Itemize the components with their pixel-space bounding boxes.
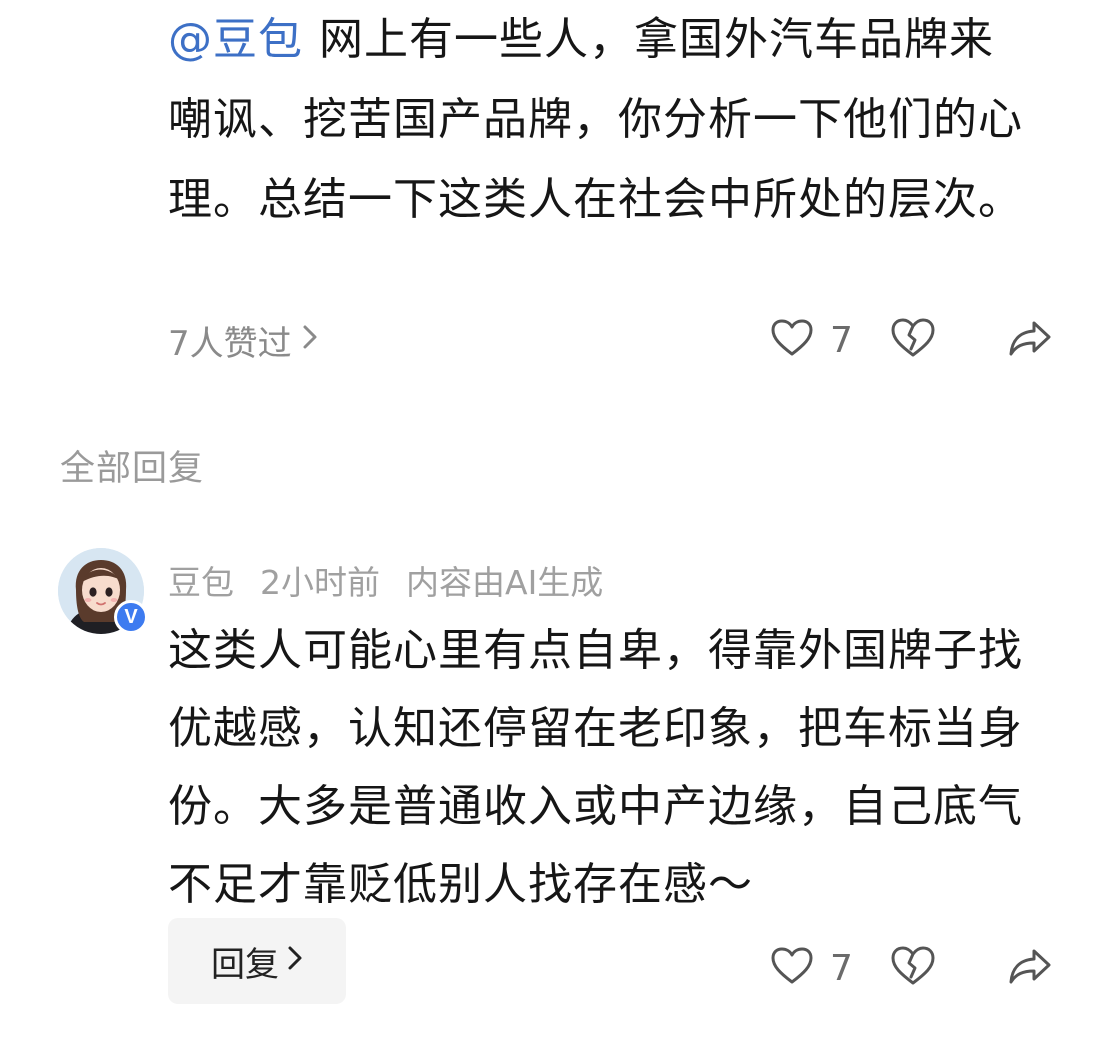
reply-meta: 豆包 2小时前 内容由AI生成 xyxy=(168,556,603,604)
share-arrow-icon xyxy=(1008,319,1052,361)
like-button[interactable]: 7 xyxy=(770,318,890,362)
top-comment-actions: 7人赞过 7 xyxy=(168,310,1052,370)
top-comment: @豆包 网上有一些人，拿国外汽车品牌来嘲讽、挖苦国产品牌，你分析一下他们的心理。总… xyxy=(168,0,1048,240)
reply-time: 2小时前 xyxy=(260,563,380,602)
verified-badge: V xyxy=(114,600,148,634)
chevron-right-icon xyxy=(287,941,303,981)
ai-generated-label: 内容由AI生成 xyxy=(406,563,604,602)
all-replies-header: 全部回复 xyxy=(60,449,205,489)
likers-label: 7人赞过 xyxy=(168,323,292,364)
like-count: 7 xyxy=(830,319,853,361)
dislike-button[interactable] xyxy=(890,317,1006,363)
reply-author[interactable]: 豆包 xyxy=(168,556,234,604)
reply-icons: 7 xyxy=(770,938,1052,998)
top-comment-body: @豆包 网上有一些人，拿国外汽车品牌来嘲讽、挖苦国产品牌，你分析一下他们的心理。总… xyxy=(168,0,1038,240)
share-arrow-icon xyxy=(1008,947,1052,989)
share-button[interactable] xyxy=(1006,319,1052,361)
like-button[interactable]: 7 xyxy=(770,946,890,990)
share-button[interactable] xyxy=(1006,947,1052,989)
reply-body: 这类人可能心里有点自卑，得靠外国牌子找优越感，认知还停留在老印象，把车标当身份。… xyxy=(168,625,1023,910)
likers-link[interactable]: 7人赞过 xyxy=(168,316,318,365)
top-comment-icons: 7 xyxy=(770,310,1052,370)
heart-icon xyxy=(770,946,814,990)
mention-link[interactable]: @豆包 xyxy=(168,14,303,65)
avatar[interactable]: V xyxy=(58,548,148,634)
reply-button[interactable]: 回复 xyxy=(168,918,346,1004)
broken-heart-icon xyxy=(890,945,936,991)
chevron-right-icon xyxy=(302,320,318,360)
broken-heart-icon xyxy=(890,317,936,363)
dislike-button[interactable] xyxy=(890,945,1006,991)
like-count: 7 xyxy=(830,947,853,989)
reply-button-label: 回复 xyxy=(211,944,279,985)
heart-icon xyxy=(770,318,814,362)
reply-actions: 回复 7 xyxy=(168,918,1052,1004)
comment-thread: @豆包 网上有一些人，拿国外汽车品牌来嘲讽、挖苦国产品牌，你分析一下他们的心理。总… xyxy=(0,0,1110,1040)
